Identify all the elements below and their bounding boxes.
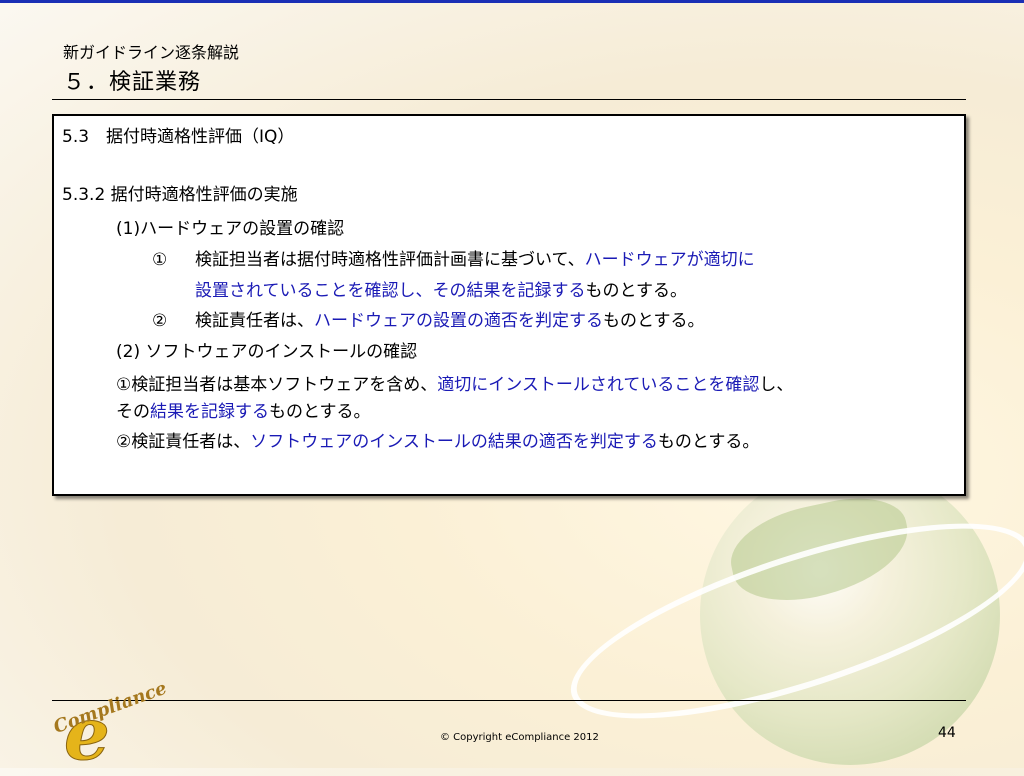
- section-heading: 5.3 据付時適格性評価（IQ）: [62, 127, 295, 147]
- subsection-heading: 5.3.2 据付時適格性評価の実施: [62, 185, 298, 205]
- item2-point1-line1: ①検証担当者は基本ソフトウェアを含め、適切にインストールされていることを確認し、: [116, 374, 793, 396]
- item2-point1-text-d: ものとする。: [269, 402, 371, 422]
- item2-heading: (2) ソフトウェアのインストールの確認: [116, 342, 418, 362]
- item1-point2-text-a: 検証責任者は、: [195, 311, 314, 331]
- item2-point1-emph-a: 適切にインストールされていることを確認: [437, 375, 760, 395]
- footer-divider: [52, 700, 966, 701]
- item1-point1-emph-b: 設置されていることを確認し、その結果を記録する: [195, 281, 586, 301]
- item1-point1-emph-a: ハードウェアが適切に: [584, 250, 755, 270]
- page-title: ５．検証業務: [63, 70, 202, 95]
- item1-point1-line2: 設置されていることを確認し、その結果を記録するものとする。: [195, 280, 687, 302]
- page-number: 44: [938, 725, 956, 741]
- item1-point1-marker: ①: [152, 250, 168, 270]
- header-divider: [52, 99, 966, 100]
- item1-point2-marker: ②: [152, 311, 168, 331]
- item1-point2-line: 検証責任者は、ハードウェアの設置の適否を判定するものとする。: [195, 310, 705, 332]
- item2-point1-text-b: し、: [759, 375, 794, 395]
- item2-point2-emph: ソフトウェアのインストールの結果の適否を判定する: [250, 432, 658, 452]
- item2-point1-emph-b: 結果を記録する: [150, 402, 269, 422]
- item1-point2-emph: ハードウェアの設置の適否を判定する: [314, 311, 603, 331]
- copyright-text: © Copyright eCompliance 2012: [440, 732, 599, 743]
- content-box: 5.3 据付時適格性評価（IQ） 5.3.2 据付時適格性評価の実施 (1)ハー…: [52, 114, 966, 496]
- item1-point1-text-a: 検証担当者は据付時適格性評価計画書に基づいて、: [195, 250, 585, 270]
- ecompliance-logo: e Compliance: [51, 678, 202, 770]
- item1-point2-text-b: ものとする。: [603, 311, 705, 331]
- header-subtitle: 新ガイドライン逐条解説: [63, 43, 240, 62]
- item2-point2-text-a: ②検証責任者は、: [116, 432, 251, 452]
- item2-point2-line: ②検証責任者は、ソフトウェアのインストールの結果の適否を判定するものとする。: [116, 431, 759, 453]
- item2-point2-text-b: ものとする。: [657, 432, 760, 452]
- item2-point1-text-c: その: [116, 402, 150, 422]
- item1-point1-text-b: ものとする。: [585, 281, 688, 301]
- item1-point1-line1: 検証担当者は据付時適格性評価計画書に基づいて、ハードウェアが適切に: [195, 249, 755, 271]
- item2-point1-line2: その結果を記録するものとする。: [116, 401, 371, 423]
- item1-heading: (1)ハードウェアの設置の確認: [116, 219, 345, 239]
- top-accent-bar: [0, 0, 1024, 3]
- item2-point1-text-a: ①検証担当者は基本ソフトウェアを含め、: [116, 375, 438, 395]
